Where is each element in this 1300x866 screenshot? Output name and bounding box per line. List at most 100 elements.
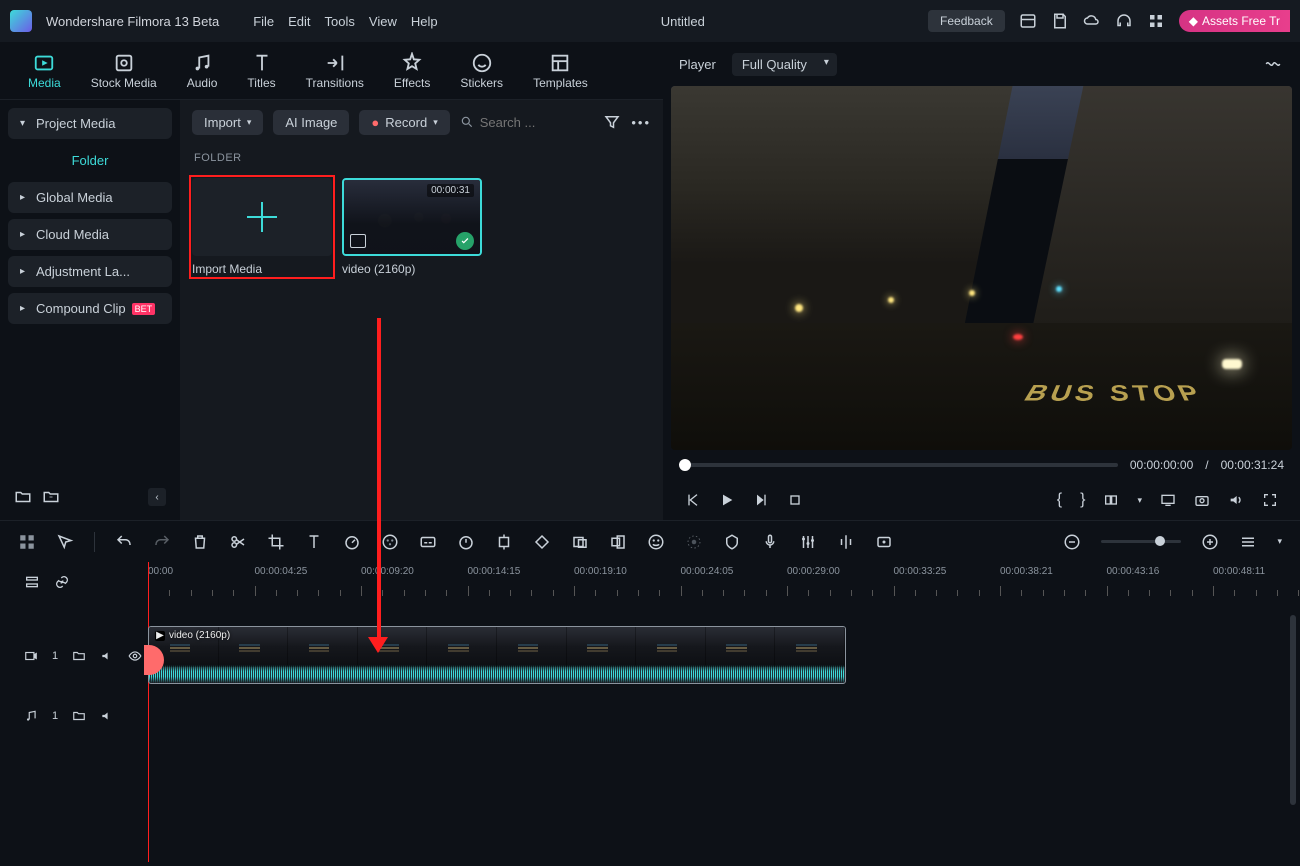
timer-icon[interactable] — [457, 533, 475, 551]
snapshot-icon[interactable] — [1194, 492, 1210, 508]
sidebar-global-media[interactable]: ▸Global Media — [8, 182, 172, 213]
tab-stickers[interactable]: Stickers — [460, 52, 503, 90]
mixer-icon[interactable] — [799, 533, 817, 551]
tab-stock-media[interactable]: Stock Media — [91, 52, 157, 90]
media-clip-tile[interactable]: 00:00:31 video (2160p) — [342, 178, 482, 276]
sidebar-folder[interactable]: Folder — [8, 145, 172, 176]
ai-image-button[interactable]: AI Image — [273, 110, 349, 135]
chroma-icon[interactable] — [571, 533, 589, 551]
plus-icon[interactable] — [192, 178, 332, 256]
menu-tools[interactable]: Tools — [325, 14, 355, 29]
ruler-label: 00:00:14:15 — [468, 566, 521, 577]
scrub-bar[interactable] — [679, 463, 1118, 467]
voiceover-icon[interactable] — [761, 533, 779, 551]
mark-in-icon[interactable]: { — [1057, 491, 1062, 509]
fullscreen-icon[interactable] — [1262, 492, 1278, 508]
link-icon[interactable] — [54, 574, 70, 590]
undo-icon[interactable] — [115, 533, 133, 551]
split-icon[interactable] — [229, 533, 247, 551]
speed-icon[interactable] — [343, 533, 361, 551]
color-icon[interactable] — [381, 533, 399, 551]
menu-file[interactable]: File — [253, 14, 274, 29]
tab-effects[interactable]: Effects — [394, 52, 430, 90]
caption-icon[interactable] — [419, 533, 437, 551]
keyframe-icon[interactable] — [533, 533, 551, 551]
save-icon[interactable] — [1051, 12, 1069, 30]
tracking-icon[interactable] — [495, 533, 513, 551]
new-folder-icon[interactable] — [14, 488, 32, 506]
sidebar: ▾Project Media Folder ▸Global Media ▸Clo… — [0, 100, 180, 520]
time-ruler[interactable]: 00:0000:00:04:2500:00:09:2000:00:14:1500… — [148, 562, 1300, 602]
mute-icon[interactable] — [100, 649, 114, 663]
scrollbar-thumb[interactable] — [1290, 615, 1296, 805]
headphones-icon[interactable] — [1115, 12, 1133, 30]
audio-track-icon — [24, 709, 38, 723]
display-icon[interactable] — [1160, 492, 1176, 508]
menu-help[interactable]: Help — [411, 14, 438, 29]
tab-templates[interactable]: Templates — [533, 52, 588, 90]
sidebar-cloud-media[interactable]: ▸Cloud Media — [8, 219, 172, 250]
delete-icon[interactable] — [191, 533, 209, 551]
sidebar-project-media[interactable]: ▾Project Media — [8, 108, 172, 139]
menu-edit[interactable]: Edit — [288, 14, 310, 29]
track-options-icon[interactable] — [24, 574, 40, 590]
adjust-icon[interactable] — [875, 533, 893, 551]
next-frame-icon[interactable] — [753, 492, 769, 508]
feedback-button[interactable]: Feedback — [928, 10, 1005, 32]
new-bin-icon[interactable] — [42, 488, 60, 506]
zoom-knob[interactable] — [1155, 536, 1165, 546]
effects-icon[interactable] — [685, 533, 703, 551]
prev-frame-icon[interactable] — [685, 492, 701, 508]
layout-icon[interactable] — [1019, 12, 1037, 30]
marker-icon[interactable] — [723, 533, 741, 551]
select-tool-icon[interactable] — [56, 533, 74, 551]
modules-icon[interactable] — [18, 533, 36, 551]
quality-dropdown[interactable]: Full Quality — [732, 53, 837, 76]
cloud-icon[interactable] — [1083, 12, 1101, 30]
lock-icon[interactable] — [72, 649, 86, 663]
zoom-in-icon[interactable] — [1201, 533, 1219, 551]
mark-out-icon[interactable]: } — [1080, 491, 1085, 509]
tab-audio[interactable]: Audio — [187, 52, 218, 90]
collapse-sidebar-button[interactable]: ‹ — [148, 488, 166, 506]
import-media-tile[interactable]: Import Media — [192, 178, 332, 276]
compare-caret-icon[interactable]: ▾ — [1137, 495, 1142, 506]
play-pause-icon[interactable] — [719, 492, 735, 508]
stop-icon[interactable] — [787, 492, 803, 508]
tab-transitions[interactable]: Transitions — [306, 52, 364, 90]
scrub-handle[interactable] — [679, 459, 691, 471]
ai-portrait-icon[interactable] — [647, 533, 665, 551]
render-icon[interactable] — [837, 533, 855, 551]
record-dropdown[interactable]: ●Record▾ — [359, 110, 449, 135]
scopes-icon[interactable] — [1262, 55, 1284, 73]
audio-mute-icon[interactable] — [100, 709, 114, 723]
sidebar-compound-clip[interactable]: ▸Compound ClipBET — [8, 293, 172, 324]
apps-icon[interactable] — [1147, 12, 1165, 30]
zoom-slider[interactable] — [1101, 540, 1181, 543]
crop-icon[interactable] — [267, 533, 285, 551]
audio-lock-icon[interactable] — [72, 709, 86, 723]
timeline-clip[interactable]: ▶video (2160p) — [148, 626, 846, 684]
visibility-icon[interactable] — [128, 649, 142, 663]
volume-icon[interactable] — [1228, 492, 1244, 508]
tab-titles[interactable]: Titles — [247, 52, 275, 90]
aspect-icon[interactable] — [609, 533, 627, 551]
current-time: 00:00:00:00 — [1130, 458, 1193, 472]
menu-view[interactable]: View — [369, 14, 397, 29]
search-input[interactable] — [480, 115, 580, 130]
assets-free-trial-button[interactable]: ◆ Assets Free Tr — [1179, 10, 1290, 32]
import-dropdown[interactable]: Import▾ — [192, 110, 263, 135]
zoom-out-icon[interactable] — [1063, 533, 1081, 551]
redo-icon[interactable] — [153, 533, 171, 551]
view-caret-icon[interactable]: ▾ — [1277, 536, 1282, 547]
ruler-label: 00:00:48:11 — [1213, 566, 1265, 577]
sidebar-adjustment-layer[interactable]: ▸Adjustment La... — [8, 256, 172, 287]
tab-media[interactable]: Media — [28, 52, 61, 90]
ruler-label: 00:00:19:10 — [574, 566, 627, 577]
filter-icon[interactable] — [603, 113, 621, 131]
text-icon[interactable] — [305, 533, 323, 551]
more-icon[interactable]: ••• — [631, 115, 651, 130]
compare-icon[interactable] — [1103, 492, 1119, 508]
view-mode-icon[interactable] — [1239, 533, 1257, 551]
video-preview[interactable] — [671, 86, 1292, 450]
